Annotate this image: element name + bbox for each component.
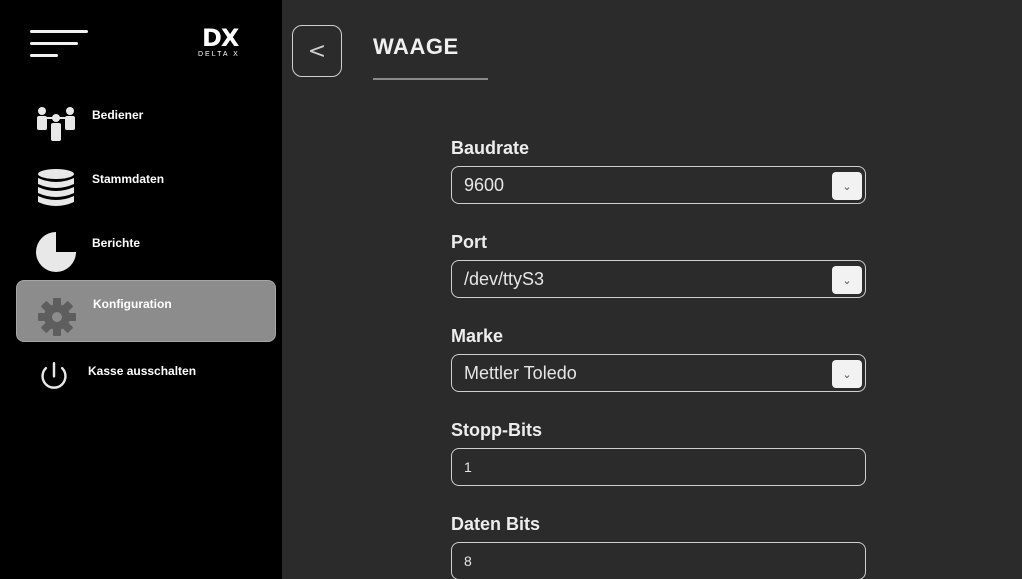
power-icon bbox=[41, 362, 67, 389]
daten-bits-label: Daten Bits bbox=[451, 514, 541, 534]
port-value: /dev/ttyS3 bbox=[464, 269, 545, 289]
baudrate-select[interactable]: 9600 ⌄ bbox=[451, 166, 866, 204]
marke-select[interactable]: Mettler Toledo ⌄ bbox=[451, 354, 866, 392]
daten-bits-input[interactable]: 8 bbox=[451, 542, 866, 579]
sidebar-item-bediener[interactable]: Bediener bbox=[16, 88, 276, 150]
users-icon bbox=[37, 107, 75, 141]
sidebar-item-konfiguration[interactable]: Konfiguration bbox=[16, 280, 276, 342]
sidebar: DX DELTA X Bediener Stammdaten Berichte … bbox=[0, 0, 282, 579]
stopp-bits-input[interactable]: 1 bbox=[451, 448, 866, 486]
title-underline bbox=[373, 78, 488, 80]
marke-label: Marke bbox=[451, 326, 504, 346]
chevron-down-icon[interactable]: ⌄ bbox=[832, 360, 862, 388]
sidebar-item-stammdaten[interactable]: Stammdaten bbox=[16, 152, 276, 214]
sidebar-item-kasse-ausschalten[interactable]: Kasse ausschalten bbox=[16, 344, 276, 406]
sidebar-menu: Bediener Stammdaten Berichte Konfigurati… bbox=[16, 88, 276, 408]
scale-settings-form: Baudrate 9600 ⌄ Port /dev/ttyS3 ⌄ Marke … bbox=[451, 134, 866, 579]
marke-value: Mettler Toledo bbox=[464, 363, 577, 383]
pie-chart-icon bbox=[36, 232, 76, 272]
back-button[interactable]: < bbox=[292, 25, 342, 77]
hamburger-menu-icon[interactable] bbox=[30, 26, 92, 64]
sidebar-item-label: Stammdaten bbox=[92, 172, 165, 186]
sidebar-item-label: Berichte bbox=[92, 236, 141, 250]
stopp-bits-label: Stopp-Bits bbox=[451, 420, 542, 440]
stopp-bits-value: 1 bbox=[464, 459, 472, 475]
sidebar-item-label: Konfiguration bbox=[93, 297, 172, 311]
gear-icon bbox=[38, 298, 76, 336]
baudrate-label: Baudrate bbox=[451, 138, 530, 158]
baudrate-value: 9600 bbox=[464, 175, 505, 195]
chevron-down-icon[interactable]: ⌄ bbox=[832, 172, 862, 200]
database-icon bbox=[38, 169, 74, 206]
port-label: Port bbox=[451, 232, 487, 252]
sidebar-item-label: Kasse ausschalten bbox=[88, 364, 197, 378]
daten-bits-value: 8 bbox=[464, 553, 472, 569]
logo-mark: DX bbox=[202, 24, 239, 52]
chevron-down-icon[interactable]: ⌄ bbox=[832, 266, 862, 294]
page-title: WAAGE bbox=[373, 34, 459, 59]
sidebar-item-berichte[interactable]: Berichte bbox=[16, 216, 276, 278]
logo-wordmark: DELTA X bbox=[198, 51, 240, 58]
sidebar-item-label: Bediener bbox=[92, 108, 144, 122]
port-select[interactable]: /dev/ttyS3 ⌄ bbox=[451, 260, 866, 298]
deltax-logo: DX DELTA X bbox=[196, 26, 258, 60]
